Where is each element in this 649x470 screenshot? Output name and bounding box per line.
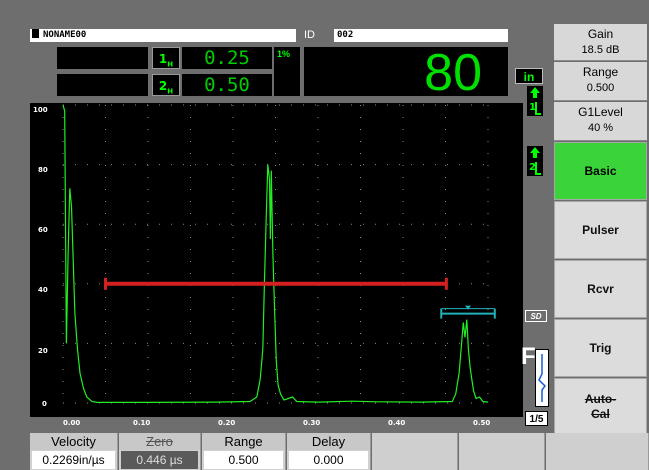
gain-param[interactable]: Gain 18.5 dB: [554, 24, 647, 61]
bottom-slot-empty-1[interactable]: [372, 433, 458, 470]
x-label-3: 0.30: [303, 419, 321, 427]
x-label-1: 0.10: [133, 419, 151, 427]
range-param[interactable]: Range 0.500: [554, 62, 647, 101]
menu-basic[interactable]: Basic: [554, 142, 647, 200]
page-indicator[interactable]: 1/5: [525, 411, 548, 426]
y-label-100: 100: [33, 106, 48, 114]
delay-label: Delay: [287, 433, 370, 450]
svg-text:1: 1: [529, 102, 536, 113]
bottom-slot-empty-3[interactable]: [546, 433, 649, 470]
x-label-2: 0.20: [218, 419, 236, 427]
id-label: ID: [304, 29, 315, 41]
y-label-40: 40: [38, 286, 48, 294]
menu-rcvr[interactable]: Rcvr: [554, 260, 647, 318]
zero-value: 0.446 µs: [121, 451, 198, 469]
range-label: Range: [582, 65, 619, 79]
reading-slot-empty-1: [57, 47, 148, 69]
a-scan-display[interactable]: [30, 103, 523, 417]
range-value: 0.500: [586, 82, 615, 94]
velocity-param[interactable]: Velocity 0.2269in/µs: [30, 433, 118, 470]
svg-text:2: 2: [529, 162, 536, 173]
id-field[interactable]: 002: [334, 29, 508, 42]
velocity-value: 0.2269in/µs: [32, 451, 115, 469]
gate1-arrow-icon: 1: [527, 86, 543, 116]
range-bottom-label: Range: [202, 433, 285, 450]
x-label-0: 0.00: [63, 419, 81, 427]
velocity-label: Velocity: [30, 433, 117, 450]
zero-label: Zero: [119, 433, 200, 450]
main-reading: 80: [304, 47, 508, 99]
gate1-reading-icon: 1H: [152, 47, 180, 69]
gain-label: Gain: [587, 27, 614, 41]
file-name: NONAME00: [43, 30, 87, 40]
g1level-value: 40 %: [587, 122, 614, 134]
gain-value: 18.5 dB: [581, 44, 620, 56]
menu-auto-cal[interactable]: Auto- Cal: [554, 378, 647, 436]
file-icon: [32, 29, 39, 38]
reading-slot-empty-2: [57, 74, 148, 96]
file-name-field[interactable]: NONAME00: [30, 29, 296, 42]
mini-waveform-icon: [535, 349, 549, 407]
y-label-0: 0: [42, 400, 47, 408]
x-label-5: 0.50: [473, 419, 491, 427]
y-label-60: 60: [38, 226, 48, 234]
range-bottom-param[interactable]: Range 0.500: [202, 433, 286, 470]
range-bottom-value: 0.500: [204, 451, 283, 469]
x-label-4: 0.40: [388, 419, 406, 427]
y-label-80: 80: [38, 166, 48, 174]
unit-indicator: in: [515, 68, 543, 84]
percent-tag: 1%: [275, 48, 293, 60]
zero-param[interactable]: Zero 0.446 µs: [119, 433, 201, 470]
f-indicator: F: [521, 343, 536, 370]
g1level-label: G1Level: [578, 105, 623, 119]
gate2-arrow-icon: 2: [527, 146, 543, 176]
y-label-20: 20: [38, 347, 48, 355]
sd-indicator: SD: [525, 310, 547, 322]
menu-trig[interactable]: Trig: [554, 319, 647, 377]
delay-param[interactable]: Delay 0.000: [287, 433, 371, 470]
a-scan-svg: [62, 104, 496, 404]
gate2-reading-icon: 2H: [152, 74, 180, 96]
delay-value: 0.000: [289, 451, 368, 469]
bottom-slot-empty-2[interactable]: [459, 433, 545, 470]
gate1-reading-value: 0.25: [182, 47, 272, 69]
g1level-param[interactable]: G1Level 40 %: [554, 102, 647, 141]
gate2-reading-value: 0.50: [182, 74, 272, 96]
menu-pulser[interactable]: Pulser: [554, 201, 647, 259]
